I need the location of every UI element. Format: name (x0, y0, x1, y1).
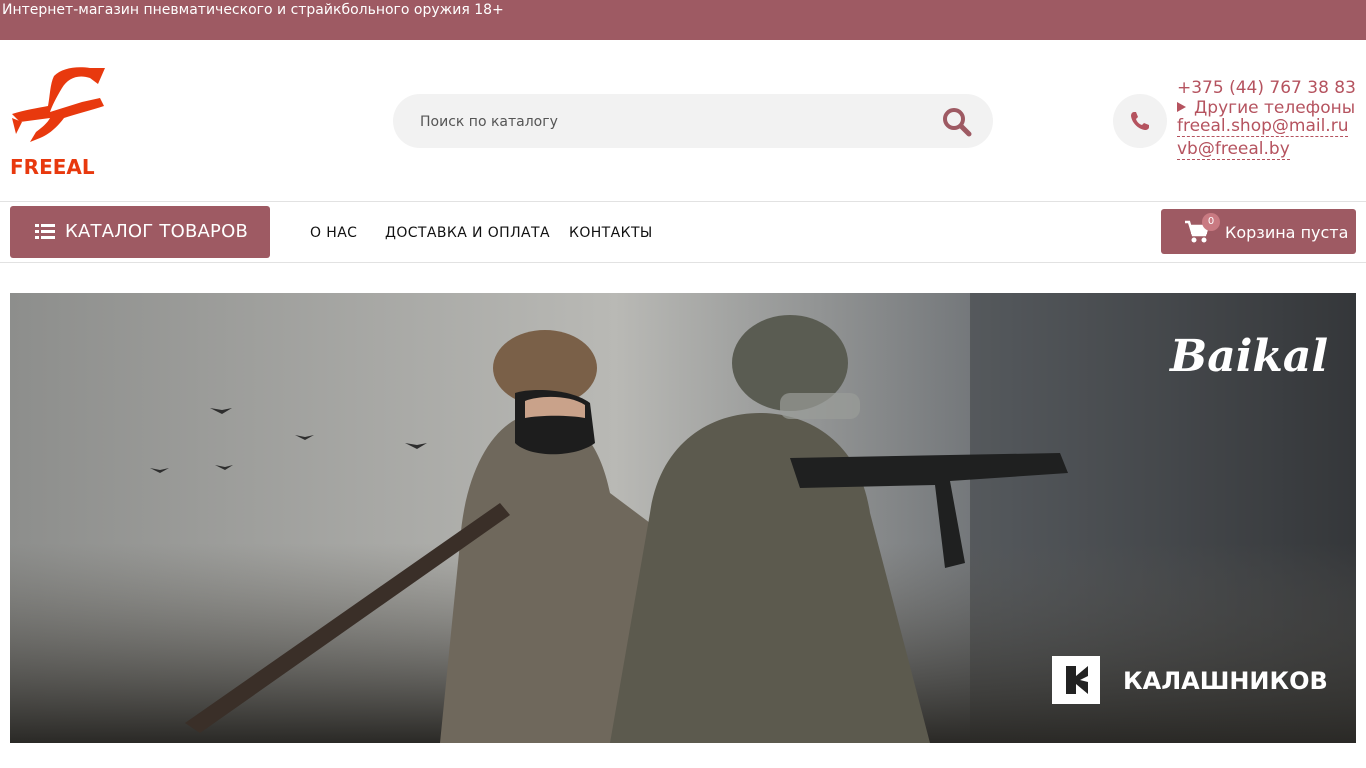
other-phones-toggle[interactable]: Другие телефоны (1177, 98, 1355, 118)
top-bar-text: Интернет-магазин пневматического и страй… (2, 2, 504, 18)
svg-text:Baikal: Baikal (1168, 331, 1328, 382)
divider (0, 262, 1366, 263)
divider (0, 201, 1366, 202)
cart-button[interactable]: 0 Корзина пуста (1161, 209, 1356, 254)
baikal-logo: Baikal (1168, 331, 1328, 382)
svg-text:КАЛАШНИКОВ: КАЛАШНИКОВ (1123, 667, 1328, 695)
other-phones-label: Другие телефоны (1194, 98, 1356, 118)
catalog-button[interactable]: КАТАЛОГ ТОВАРОВ (10, 206, 270, 258)
catalog-label: КАТАЛОГ ТОВАРОВ (65, 221, 248, 242)
nav-delivery[interactable]: ДОСТАВКА И ОПЛАТА (385, 224, 550, 242)
phone-number[interactable]: +375 (44) 767 38 83 (1177, 78, 1356, 98)
phone-icon (1131, 112, 1149, 130)
cart-count-badge: 0 (1202, 213, 1220, 231)
logo-text: FREEAL (10, 155, 95, 176)
hero-banner[interactable]: Baikal КАЛАШНИКОВ (10, 293, 1356, 743)
logo[interactable]: FREEAL (10, 66, 106, 179)
email-link-2[interactable]: vb@freeal.by (1177, 139, 1290, 160)
triangle-icon (1177, 102, 1186, 112)
search-button[interactable] (941, 106, 973, 138)
top-bar: Интернет-магазин пневматического и страй… (0, 0, 1366, 40)
nav-about[interactable]: О НАС (310, 224, 357, 242)
email-link-1[interactable]: freeal.shop@mail.ru (1177, 116, 1349, 137)
nav-contacts[interactable]: КОНТАКТЫ (569, 224, 653, 242)
search-bar (393, 94, 993, 150)
cart-label: Корзина пуста (1225, 223, 1349, 242)
list-icon (35, 224, 55, 239)
logo-mark (12, 67, 105, 142)
search-icon (943, 108, 972, 137)
phone-button[interactable] (1113, 94, 1167, 148)
search-input[interactable] (418, 94, 922, 150)
